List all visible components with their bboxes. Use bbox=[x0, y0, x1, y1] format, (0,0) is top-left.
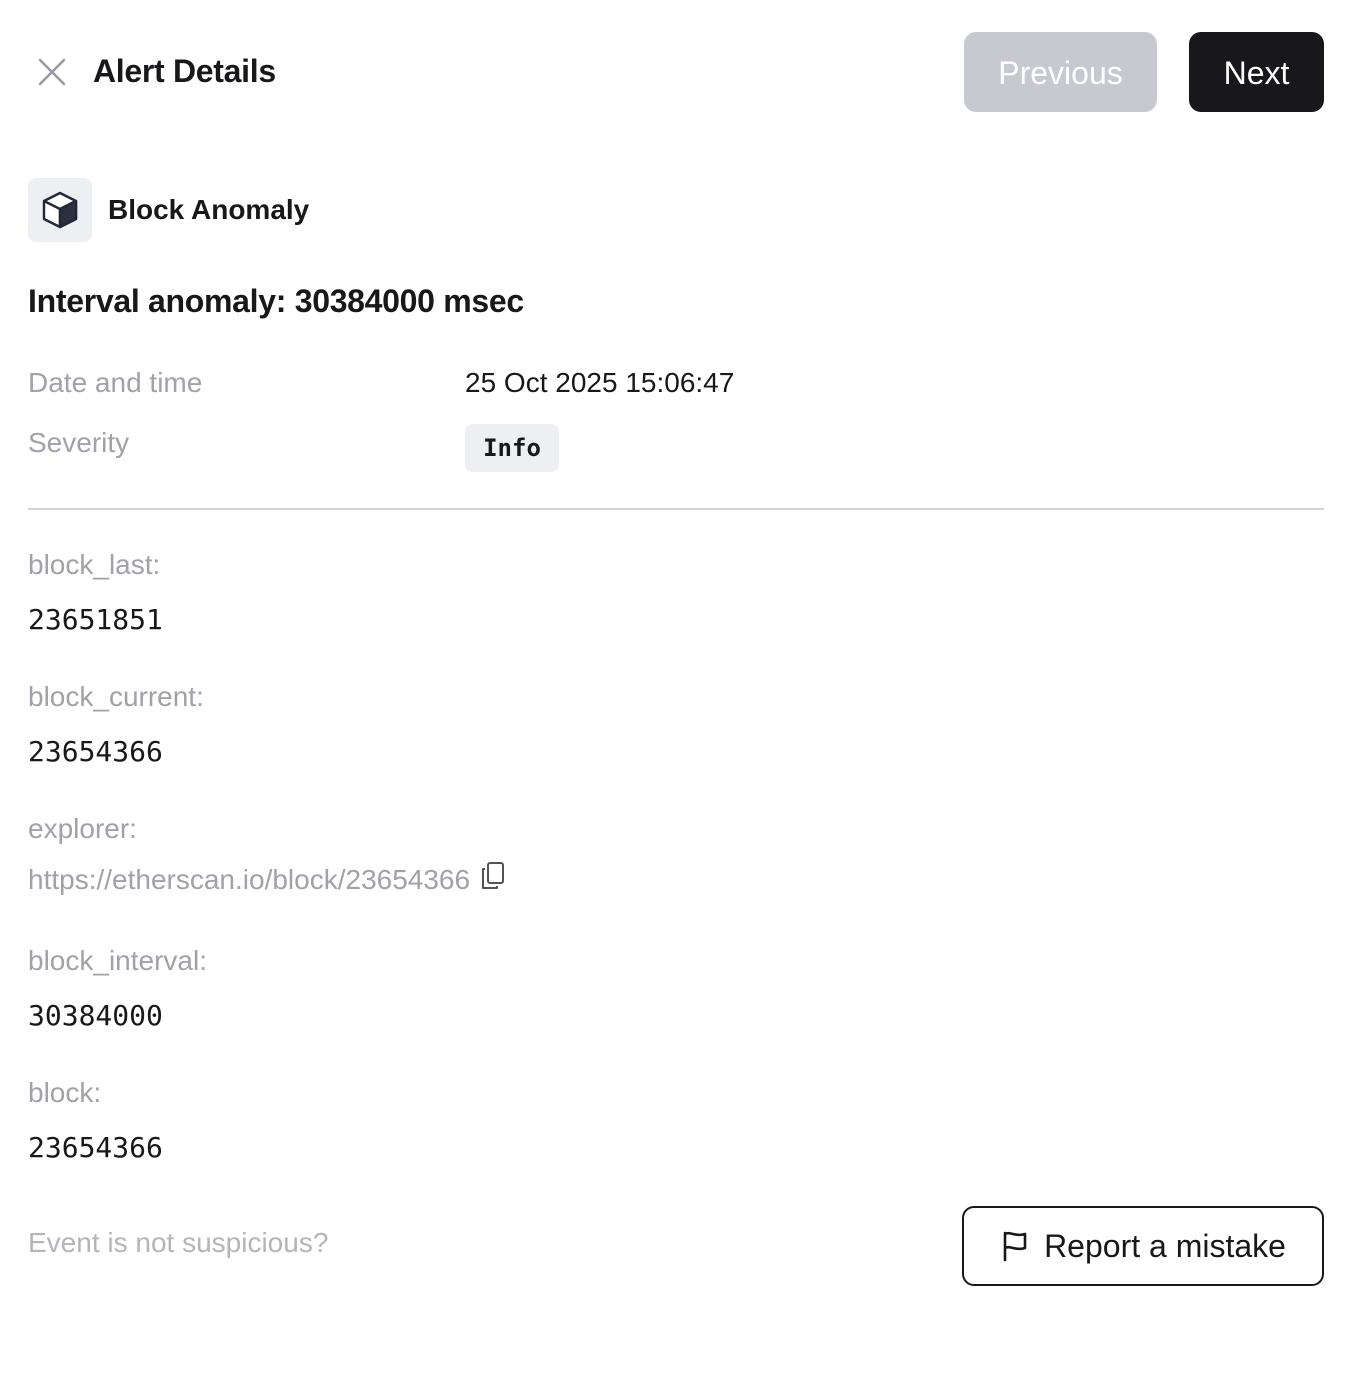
next-button[interactable]: Next bbox=[1189, 32, 1324, 112]
cube-icon bbox=[42, 191, 78, 229]
field-key-block-last: block_last: bbox=[28, 549, 161, 580]
report-mistake-button[interactable]: Report a mistake bbox=[962, 1206, 1324, 1286]
severity-badge: Info bbox=[465, 424, 559, 472]
alert-type: Block Anomaly bbox=[28, 178, 309, 242]
divider bbox=[28, 508, 1324, 510]
previous-button[interactable]: Previous bbox=[964, 32, 1157, 112]
alert-type-icon-box bbox=[28, 178, 92, 242]
field-value-block-current: 23654366 bbox=[28, 735, 163, 768]
explorer-link[interactable]: https://etherscan.io/block/23654366 bbox=[28, 860, 470, 900]
page-title: Alert Details bbox=[93, 53, 276, 89]
date-time-label: Date and time bbox=[28, 367, 203, 398]
alert-type-label: Block Anomaly bbox=[108, 194, 310, 225]
field-key-explorer: explorer: bbox=[28, 813, 137, 844]
explorer-link-row: https://etherscan.io/block/23654366 bbox=[28, 860, 506, 900]
close-button[interactable] bbox=[36, 56, 68, 88]
severity-label: Severity bbox=[28, 427, 130, 458]
close-icon bbox=[38, 58, 66, 86]
field-key-block: block: bbox=[28, 1077, 102, 1108]
flag-icon bbox=[1003, 1231, 1027, 1262]
field-key-block-current: block_current: bbox=[28, 681, 204, 712]
field-key-block-interval: block_interval: bbox=[28, 945, 207, 976]
field-value-block-last: 23651851 bbox=[28, 603, 163, 636]
date-time-value: 25 Oct 2025 15:06:47 bbox=[465, 367, 735, 398]
report-mistake-label: Report a mistake bbox=[1044, 1227, 1286, 1264]
modal-header: Alert Details Previous Next bbox=[28, 32, 1324, 112]
field-value-block: 23654366 bbox=[28, 1131, 163, 1164]
copy-icon[interactable] bbox=[480, 861, 506, 891]
not-suspicious-prompt: Event is not suspicious? bbox=[28, 1227, 329, 1258]
alert-heading: Interval anomaly: 30384000 msec bbox=[28, 283, 524, 319]
field-value-block-interval: 30384000 bbox=[28, 999, 163, 1032]
